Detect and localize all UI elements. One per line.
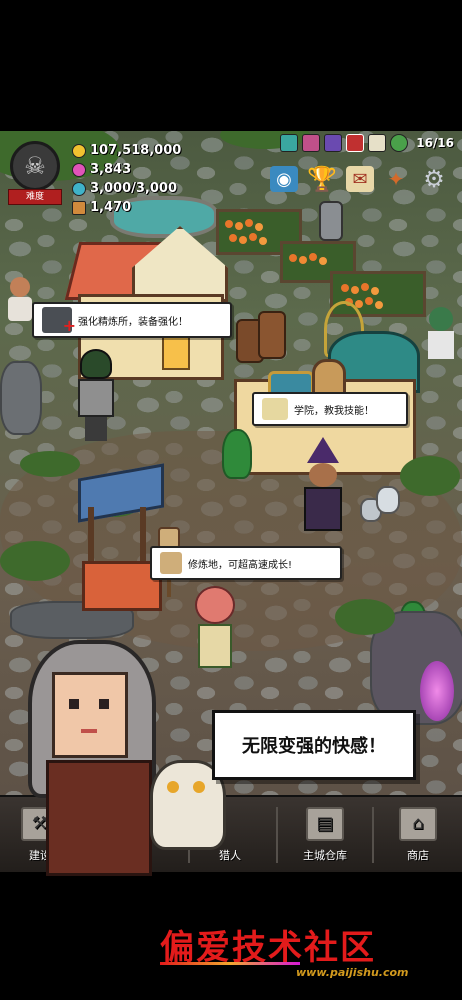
- academy-bubble-text: 学院，教我技能！: [294, 405, 374, 417]
- bush: [0, 541, 70, 581]
- training-bubble[interactable]: 修炼地，可超高速成长!: [150, 546, 342, 580]
- bush: [20, 451, 80, 477]
- scarecrow-icon: [160, 552, 182, 574]
- portrait-face: [52, 672, 128, 758]
- nav-storage-label: 主城仓库: [303, 848, 347, 862]
- nav-shop[interactable]: ⌂ 商店: [396, 797, 440, 872]
- npc-blacksmith[interactable]: [76, 349, 116, 441]
- event-icon[interactable]: [346, 134, 365, 152]
- nav-shop-label: 商店: [407, 848, 429, 862]
- book-counter: 1,470: [72, 200, 131, 215]
- anvil-icon: +: [42, 307, 76, 335]
- npc-villager[interactable]: [6, 277, 34, 323]
- academy-bubble[interactable]: 学院，教我技能！: [252, 392, 408, 426]
- settings-gear-icon[interactable]: ⚙: [420, 165, 448, 193]
- tree: [222, 429, 252, 479]
- watermark-underline: [160, 962, 300, 965]
- skull-icon: ☠: [10, 141, 60, 191]
- difficulty-badge[interactable]: ☠ 难度: [8, 141, 62, 205]
- npc-knight[interactable]: [318, 201, 344, 241]
- gift-icon[interactable]: ✦: [382, 166, 410, 192]
- bush: [335, 599, 395, 635]
- pots: [360, 486, 400, 526]
- shop-icon: ⌂: [399, 806, 437, 841]
- promo-bubble-text: 无限变强的快感！: [242, 736, 386, 757]
- portrait-body: [46, 760, 152, 876]
- portal[interactable]: [420, 661, 454, 721]
- gem-value: 3,843: [90, 162, 132, 177]
- book-value: 1,470: [90, 200, 132, 215]
- bush: [400, 456, 460, 496]
- hero-portrait: [24, 640, 164, 876]
- promo-bubble: 无限变强的快感！: [212, 710, 416, 780]
- chest-icon: ▤: [306, 806, 344, 841]
- gem-icon: [72, 162, 86, 177]
- buff-icon[interactable]: [280, 134, 299, 152]
- energy-counter: 3,000/3,000: [72, 181, 177, 196]
- forge-bubble[interactable]: + 强化精炼所，装备强化！: [32, 302, 232, 338]
- hunter-icon: [390, 134, 409, 152]
- gold-value: 107,518,000: [90, 143, 182, 158]
- forge-gable: [132, 226, 228, 302]
- hunter-capacity: 16/16: [416, 136, 454, 150]
- nav-storage[interactable]: ▤ 主城仓库: [290, 797, 360, 872]
- forge-bubble-text: 强化精炼所，装备强化！: [78, 316, 188, 328]
- book-icon: [72, 200, 86, 215]
- rock: [0, 361, 42, 435]
- gem-counter: 3,843: [72, 162, 131, 177]
- status-icon-bar: 16/16: [280, 134, 454, 152]
- pet-icon[interactable]: [302, 134, 321, 152]
- difficulty-label: 难度: [8, 189, 62, 205]
- gold-counter: 107,518,000: [72, 143, 181, 158]
- nav-hunter-label: 猎人: [219, 848, 241, 862]
- mail-icon[interactable]: ✉: [346, 166, 374, 192]
- npc-ranger[interactable]: [426, 307, 456, 363]
- quest-icon[interactable]: [368, 134, 387, 152]
- npc-trainee[interactable]: [190, 586, 240, 686]
- energy-icon: [72, 181, 86, 196]
- coin-icon: [72, 143, 86, 158]
- training-bubble-text: 修炼地，可超高速成长!: [188, 559, 293, 571]
- trophy-icon[interactable]: 🏆: [307, 165, 337, 193]
- npc-witch[interactable]: [300, 437, 346, 531]
- watermark-url: www.paijishu.com: [296, 966, 409, 979]
- skill-icon[interactable]: [324, 134, 343, 152]
- scroll-icon: [262, 398, 288, 420]
- training-ground[interactable]: [78, 463, 164, 611]
- energy-value: 3,000/3,000: [90, 181, 177, 196]
- camera-icon[interactable]: ◉: [270, 166, 298, 192]
